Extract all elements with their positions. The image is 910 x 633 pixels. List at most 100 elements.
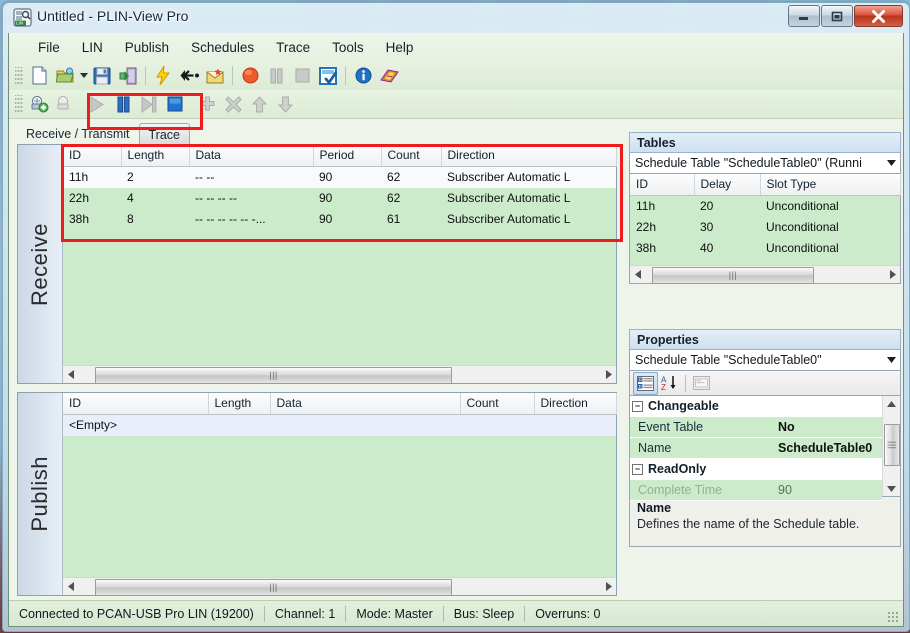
list-item[interactable]: <Empty> (63, 414, 616, 436)
tab-trace[interactable]: Trace (138, 123, 191, 145)
slots-hscrollbar[interactable]: ||| (630, 265, 900, 284)
toolbar-grip[interactable] (15, 66, 23, 85)
receive-col-id[interactable]: ID (63, 145, 122, 167)
receive-hscroll-track[interactable]: ||| (79, 366, 600, 384)
maximize-button[interactable] (821, 5, 853, 27)
info-icon[interactable] (350, 63, 376, 88)
publish-col-data[interactable]: Data (270, 393, 461, 415)
chevron-down-icon[interactable] (883, 351, 900, 370)
open-dropdown-arrow-icon[interactable] (78, 63, 89, 88)
property-value[interactable]: No (772, 417, 882, 437)
receive-table: ID Length Data Period Count Direction 11… (63, 145, 617, 230)
scroll-up-arrow-icon[interactable] (883, 396, 900, 412)
scroll-left-arrow-icon[interactable] (63, 366, 79, 383)
exit-door-icon[interactable] (115, 63, 141, 88)
collapse-icon[interactable]: − (632, 463, 643, 475)
slots-hscroll-track[interactable]: ||| (646, 266, 884, 284)
property-group-readonly[interactable]: − ReadOnly (630, 459, 882, 480)
new-document-icon[interactable] (26, 63, 52, 88)
property-row-event-table[interactable]: Event Table No (630, 417, 882, 438)
help-book-icon[interactable] (376, 63, 402, 88)
minimize-button[interactable] (788, 5, 820, 27)
properties-vscroll-track[interactable]: ||| (883, 412, 900, 480)
stop-icon[interactable] (289, 63, 315, 88)
scroll-down-arrow-icon[interactable] (883, 480, 900, 496)
slots-col-slot-type[interactable]: Slot Type (760, 174, 901, 196)
publish-hscroll-track[interactable]: ||| (79, 578, 600, 596)
scroll-right-arrow-icon[interactable] (884, 266, 900, 283)
publish-col-id[interactable]: ID (63, 393, 209, 415)
step-icon[interactable] (136, 92, 162, 117)
property-value[interactable]: ScheduleTable0 (772, 438, 882, 458)
slots-col-delay[interactable]: Delay (694, 174, 761, 196)
property-name: Complete Time (630, 480, 772, 500)
properties-vscroll-thumb[interactable]: ||| (884, 424, 900, 466)
table-row[interactable]: 11h 20 Unconditional (630, 195, 900, 217)
property-group-changeable[interactable]: − Changeable (630, 396, 882, 417)
move-up-icon[interactable] (246, 92, 272, 117)
schedule-table-selector[interactable]: Schedule Table "ScheduleTable0" (Runni (629, 153, 901, 174)
publish-hscrollbar[interactable]: ||| (63, 577, 616, 596)
receive-hscroll-thumb[interactable]: ||| (95, 367, 452, 384)
categorized-view-icon[interactable] (633, 371, 658, 395)
properties-vscrollbar[interactable]: ||| (882, 396, 900, 496)
tab-receive-transmit[interactable]: Receive / Transmit (17, 123, 139, 145)
clear-checklist-icon[interactable] (315, 63, 341, 88)
delete-slot-icon[interactable] (220, 92, 246, 117)
window-resize-grip[interactable] (887, 611, 899, 623)
alphabetical-sort-icon[interactable]: A Z (658, 373, 681, 394)
receive-col-period[interactable]: Period (313, 145, 382, 167)
receive-col-length[interactable]: Length (121, 145, 190, 167)
menu-file[interactable]: File (27, 37, 71, 58)
properties-object-selector[interactable]: Schedule Table "ScheduleTable0" (629, 350, 901, 371)
add-schedule-table-icon[interactable] (26, 92, 52, 117)
title-bar[interactable]: LIN Untitled - PLIN-View Pro (3, 3, 909, 33)
connect-lightning-icon[interactable] (150, 63, 176, 88)
property-pages-icon[interactable] (690, 373, 713, 394)
message-envelope-icon[interactable] (202, 63, 228, 88)
scroll-left-arrow-icon[interactable] (63, 578, 79, 595)
toolbar-grip[interactable] (15, 95, 23, 113)
cell-id: 38h (630, 237, 694, 259)
play-icon[interactable] (84, 92, 110, 117)
disconnect-arrow-icon[interactable] (176, 63, 202, 88)
table-row[interactable]: 22h 30 Unconditional (630, 216, 900, 238)
scroll-right-arrow-icon[interactable] (600, 578, 616, 595)
move-down-icon[interactable] (272, 92, 298, 117)
table-row[interactable]: 11h 2 -- -- 90 62 Subscriber Automatic L (63, 166, 616, 188)
menu-tools[interactable]: Tools (321, 37, 375, 58)
stop-icon[interactable] (162, 92, 188, 117)
menu-lin[interactable]: LIN (71, 37, 114, 58)
close-button[interactable] (854, 5, 903, 27)
pause-icon[interactable] (263, 63, 289, 88)
pause-icon[interactable] (110, 92, 136, 117)
property-row-name[interactable]: Name ScheduleTable0 (630, 438, 882, 459)
record-circle-icon[interactable] (237, 63, 263, 88)
receive-col-count[interactable]: Count (381, 145, 442, 167)
menu-help[interactable]: Help (375, 37, 425, 58)
publish-col-count[interactable]: Count (460, 393, 535, 415)
publish-col-length[interactable]: Length (208, 393, 271, 415)
menu-schedules[interactable]: Schedules (180, 37, 265, 58)
publish-hscroll-thumb[interactable]: ||| (95, 579, 452, 596)
save-floppy-icon[interactable] (89, 63, 115, 88)
table-row[interactable]: 22h 4 -- -- -- -- 90 62 Subscriber Autom… (63, 187, 616, 209)
scroll-left-arrow-icon[interactable] (630, 266, 646, 283)
receive-col-data[interactable]: Data (189, 145, 314, 167)
slots-col-id[interactable]: ID (630, 174, 695, 196)
menu-publish[interactable]: Publish (114, 37, 180, 58)
table-row[interactable]: 38h 8 -- -- -- -- -- -... 90 61 Subscrib… (63, 208, 616, 230)
remove-schedule-table-icon[interactable] (52, 92, 78, 117)
property-row-complete-time[interactable]: Complete Time 90 (630, 480, 882, 501)
receive-hscrollbar[interactable]: ||| (63, 365, 616, 384)
receive-col-direction[interactable]: Direction (441, 145, 617, 167)
open-folder-icon[interactable] (52, 63, 78, 88)
add-slot-icon[interactable] (194, 92, 220, 117)
menu-trace[interactable]: Trace (265, 37, 321, 58)
publish-col-direction[interactable]: Direction (534, 393, 617, 415)
slots-hscroll-thumb[interactable]: ||| (652, 267, 814, 284)
collapse-icon[interactable]: − (632, 400, 643, 412)
table-row[interactable]: 38h 40 Unconditional (630, 237, 900, 259)
scroll-right-arrow-icon[interactable] (600, 366, 616, 383)
chevron-down-icon[interactable] (883, 154, 900, 173)
